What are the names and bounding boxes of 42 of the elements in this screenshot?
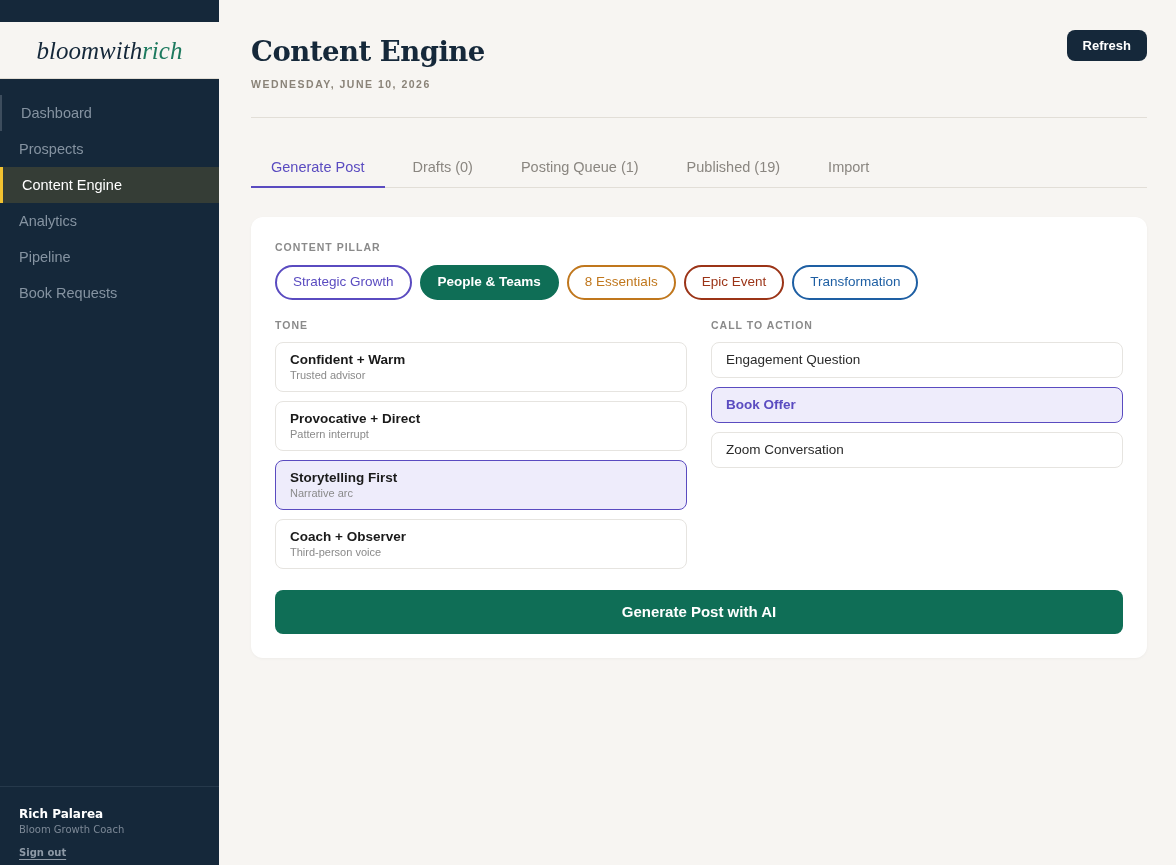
refresh-button[interactable]: Refresh bbox=[1066, 30, 1147, 61]
pillar-chip[interactable]: Transformation bbox=[792, 264, 919, 300]
nav-item[interactable]: Pipeline bbox=[0, 239, 219, 275]
generate-button[interactable]: Generate Post with AI bbox=[275, 589, 1123, 634]
pillar-chip[interactable]: Strategic Growth bbox=[275, 264, 412, 300]
nav-item[interactable]: Book Requests bbox=[0, 275, 219, 311]
option-subtitle: Pattern interrupt bbox=[290, 427, 370, 442]
tab[interactable]: Drafts (0) bbox=[392, 149, 493, 188]
cta-option[interactable]: Book Offer bbox=[711, 386, 1123, 423]
tab[interactable]: Published (19) bbox=[666, 149, 801, 188]
option-title: Confident + Warm bbox=[290, 351, 407, 369]
tone-option[interactable]: Coach + Observer Third-person voice bbox=[275, 518, 687, 569]
section-label: TONE bbox=[275, 317, 309, 332]
pillar-chip[interactable]: Epic Event bbox=[683, 264, 785, 300]
pillar-chip[interactable]: People & Teams bbox=[419, 264, 559, 300]
tone-option[interactable]: Storytelling First Narrative arc bbox=[275, 459, 687, 510]
user-role: Bloom Growth Coach bbox=[19, 823, 125, 837]
option-title: Provocative + Direct bbox=[290, 410, 422, 428]
nav-item[interactable]: Analytics bbox=[0, 203, 219, 239]
date-label: WEDNESDAY, JUNE 10, 2026 bbox=[251, 77, 432, 92]
page-title: Content Engine bbox=[251, 34, 485, 69]
pillar-chip[interactable]: 8 Essentials bbox=[566, 264, 676, 300]
nav-item[interactable]: Prospects bbox=[0, 131, 219, 167]
option-subtitle: Third-person voice bbox=[290, 545, 383, 560]
sign-out-link[interactable]: Sign out bbox=[19, 846, 67, 860]
tab[interactable]: Posting Queue (1) bbox=[500, 149, 659, 188]
cta-option[interactable]: Zoom Conversation bbox=[711, 431, 1123, 468]
brand-logo: bloomwithrich bbox=[36, 37, 183, 63]
tone-option[interactable]: Confident + Warm Trusted advisor bbox=[275, 341, 687, 392]
user-name: Rich Palarea bbox=[19, 806, 104, 822]
section-label: CALL TO ACTION bbox=[711, 317, 814, 332]
option-subtitle: Narrative arc bbox=[290, 486, 354, 501]
tab[interactable]: Import bbox=[808, 149, 890, 188]
cta-option[interactable]: Engagement Question bbox=[711, 341, 1123, 378]
section-label: CONTENT PILLAR bbox=[275, 239, 382, 254]
tone-option[interactable]: Provocative + Direct Pattern interrupt bbox=[275, 400, 687, 451]
option-title: Coach + Observer bbox=[290, 528, 407, 546]
tab[interactable]: Generate Post bbox=[251, 149, 385, 188]
option-subtitle: Trusted advisor bbox=[290, 368, 367, 383]
nav-item[interactable]: Content Engine bbox=[0, 167, 219, 203]
nav-item[interactable]: Dashboard bbox=[0, 95, 219, 131]
option-title: Storytelling First bbox=[290, 469, 399, 487]
